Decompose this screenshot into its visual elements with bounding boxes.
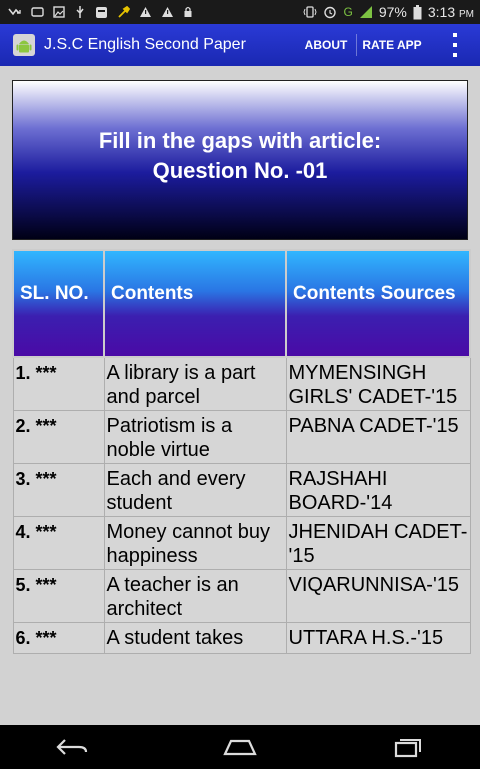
home-button[interactable]	[212, 729, 268, 765]
row-content: A student takes	[103, 622, 287, 654]
clock-suffix: PM	[459, 9, 474, 20]
home-icon	[223, 739, 257, 756]
row-sl-no: 3. ***	[12, 463, 105, 517]
heading-title: Fill in the gaps with article:	[98, 128, 382, 153]
table-header-row: SL. NO. Contents Contents Sources	[12, 249, 471, 358]
back-button[interactable]	[44, 729, 100, 765]
action-divider	[356, 34, 357, 56]
system-status: G 97% 3:13 PM	[303, 0, 474, 24]
row-sl-no: 4. ***	[12, 516, 105, 570]
recent-apps-button[interactable]	[380, 729, 436, 765]
recent-apps-icon	[394, 739, 421, 758]
warning-icon	[162, 7, 173, 17]
image-icon	[53, 6, 65, 18]
wrench-icon	[118, 5, 130, 18]
row-sl-no: 2. ***	[12, 410, 105, 464]
android-icon	[13, 34, 35, 56]
app-icon	[96, 6, 107, 18]
clock: 3:13 PM	[428, 4, 474, 20]
usb-icon	[76, 6, 84, 18]
table-row[interactable]: 2. *** Patriotism is a noble virtue PABN…	[12, 410, 471, 464]
clock-time: 3:13	[427, 4, 456, 20]
row-content: A teacher is an architect	[103, 569, 287, 623]
battery-percent: 97%	[378, 4, 407, 20]
alarm-icon	[324, 6, 337, 19]
rate-app-button[interactable]: RATE APP	[358, 24, 426, 66]
row-content: Patriotism is a noble virtue	[103, 410, 287, 464]
row-source: PABNA CADET-'15	[285, 410, 471, 464]
app-title: J.S.C English Second Paper	[44, 36, 246, 53]
header-contents: Contents	[103, 249, 287, 358]
table-row[interactable]: 3. *** Each and every student RAJSHAHI B…	[12, 463, 471, 517]
message-icon	[31, 7, 44, 17]
header-contents-sources: Contents Sources	[285, 249, 471, 358]
table-row[interactable]: 5. *** A teacher is an architect VIQARUN…	[12, 569, 471, 623]
row-source: UTTARA H.S.-'15	[285, 622, 471, 654]
row-source: RAJSHAHI BOARD-'14	[285, 463, 471, 517]
lock-icon	[184, 6, 192, 17]
action-bar: J.S.C English Second Paper ABOUT RATE AP…	[0, 24, 480, 66]
header-sl-no: SL. NO.	[12, 249, 105, 358]
row-content: Each and every student	[103, 463, 287, 517]
heading-question-number: Question No. -01	[152, 158, 328, 183]
row-sl-no: 5. ***	[12, 569, 105, 623]
overflow-menu-icon[interactable]	[448, 33, 462, 57]
row-source: VIQARUNNISA-'15	[285, 569, 471, 623]
row-content: A library is a part and parcel	[103, 356, 287, 411]
row-source: JHENIDAH CADET-'15	[285, 516, 471, 570]
question-heading: Fill in the gaps with article: Question …	[12, 80, 468, 240]
table-row[interactable]: 6. *** A student takes UTTARA H.S.-'15	[12, 622, 471, 654]
missed-call-icon	[8, 8, 21, 16]
row-source: MYMENSINGH GIRLS' CADET-'15	[285, 356, 471, 411]
table-row[interactable]: 1. *** A library is a part and parcel MY…	[12, 356, 471, 411]
row-content: Money cannot buy happiness	[103, 516, 287, 570]
row-sl-no: 6. ***	[12, 622, 105, 654]
questions-table: SL. NO. Contents Contents Sources 1. ***…	[12, 249, 471, 654]
signal-icon	[359, 6, 372, 18]
battery-icon	[413, 4, 422, 19]
row-sl-no: 1. ***	[12, 356, 105, 411]
vibrate-icon	[303, 6, 318, 18]
back-icon	[56, 739, 88, 755]
about-button[interactable]: ABOUT	[296, 24, 356, 66]
network-type: G	[343, 5, 353, 19]
status-bar: G 97% 3:13 PM	[0, 0, 480, 24]
navigation-bar	[0, 725, 480, 769]
table-row[interactable]: 4. *** Money cannot buy happiness JHENID…	[12, 516, 471, 570]
notification-icons	[8, 3, 193, 21]
warning-icon	[140, 7, 151, 17]
